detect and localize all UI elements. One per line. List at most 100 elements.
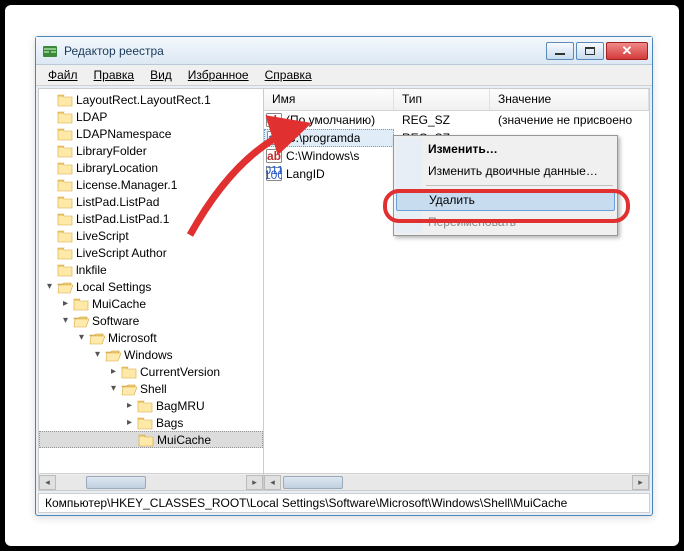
ctx-delete[interactable]: Удалить [396, 189, 615, 211]
tree-label: BagMRU [156, 399, 205, 413]
tree-item[interactable]: ▾Local Settings [39, 278, 263, 295]
tree-item[interactable]: ▾ Shell [39, 380, 263, 397]
tree-item[interactable]: ▸ BagMRU [39, 397, 263, 414]
tree-hscroll[interactable]: ◂ ▸ [39, 473, 263, 490]
menu-edit[interactable]: Правка [86, 66, 143, 84]
collapse-icon[interactable]: ▾ [43, 280, 56, 293]
tree-item[interactable]: LDAPNamespace [39, 125, 263, 142]
folder-icon [57, 280, 73, 294]
titlebar[interactable]: Редактор реестра ✕ [36, 37, 652, 65]
scroll-thumb[interactable] [283, 476, 343, 489]
tree-item[interactable]: ▾Microsoft [39, 329, 263, 346]
expand-icon[interactable]: ▸ [123, 416, 136, 429]
folder-icon [57, 178, 73, 192]
tree-label: License.Manager.1 [76, 178, 177, 192]
tree-label: LDAPNamespace [76, 127, 171, 141]
folder-icon [57, 229, 73, 243]
tree-label: Shell [140, 382, 167, 396]
collapse-icon[interactable]: ▾ [59, 314, 72, 327]
folder-icon [89, 331, 105, 345]
list-header: Имя Тип Значение [264, 89, 649, 111]
menu-file[interactable]: Файл [40, 66, 86, 84]
expander-placeholder [43, 144, 56, 157]
registry-tree[interactable]: LayoutRect.LayoutRect.1 LDAP LDAPNamespace… [39, 89, 263, 473]
scroll-left-button[interactable]: ◂ [264, 475, 281, 490]
tree-item[interactable]: lnkfile [39, 261, 263, 278]
folder-icon [57, 212, 73, 226]
menu-favorites[interactable]: Избранное [180, 66, 257, 84]
ctx-rename[interactable]: Переименовать [396, 211, 615, 233]
expand-icon[interactable]: ▸ [107, 365, 120, 378]
column-value[interactable]: Значение [490, 89, 649, 110]
tree-item[interactable]: ListPad.ListPad [39, 193, 263, 210]
string-value-icon [266, 148, 282, 164]
folder-icon [57, 144, 73, 158]
expander-placeholder [43, 110, 56, 123]
folder-icon [57, 93, 73, 107]
expander-placeholder [43, 212, 56, 225]
tree-item[interactable]: MuiCache [39, 431, 263, 448]
collapse-icon[interactable]: ▾ [75, 331, 88, 344]
tree-pane: LayoutRect.LayoutRect.1 LDAP LDAPNamespace… [39, 89, 264, 490]
tree-item[interactable]: ▾ Software [39, 312, 263, 329]
folder-icon [105, 348, 121, 362]
expand-icon[interactable]: ▸ [123, 399, 136, 412]
close-button[interactable]: ✕ [606, 42, 648, 60]
list-row[interactable]: (По умолчанию)REG_SZ(значение не присвое… [264, 111, 649, 129]
tree-item[interactable]: ▸CurrentVersion [39, 363, 263, 380]
maximize-button[interactable] [576, 42, 604, 60]
tree-label: LDAP [76, 110, 107, 124]
tree-label: Bags [156, 416, 183, 430]
tree-item[interactable]: LayoutRect.LayoutRect.1 [39, 91, 263, 108]
expander-placeholder [43, 127, 56, 140]
tree-item[interactable]: ListPad.ListPad.1 [39, 210, 263, 227]
menu-view[interactable]: Вид [142, 66, 180, 84]
folder-icon [121, 365, 137, 379]
scroll-thumb[interactable] [86, 476, 146, 489]
tree-label: Windows [124, 348, 173, 362]
tree-label: LiveScript Author [76, 246, 167, 260]
collapse-icon[interactable]: ▾ [91, 348, 104, 361]
value-name: LangID [286, 167, 325, 181]
binary-value-icon [266, 166, 282, 182]
ctx-modify-binary[interactable]: Изменить двоичные данные… [396, 160, 615, 182]
scroll-left-button[interactable]: ◂ [39, 475, 56, 490]
menu-help[interactable]: Справка [257, 66, 320, 84]
expander-placeholder [124, 433, 137, 446]
expander-placeholder [43, 195, 56, 208]
tree-item[interactable]: LibraryFolder [39, 142, 263, 159]
tree-item[interactable]: LDAP [39, 108, 263, 125]
expander-placeholder [43, 246, 56, 259]
expander-placeholder [43, 161, 56, 174]
minimize-button[interactable] [546, 42, 574, 60]
tree-item[interactable]: ▸MuiCache [39, 295, 263, 312]
tree-item[interactable]: License.Manager.1 [39, 176, 263, 193]
list-hscroll[interactable]: ◂ ▸ [264, 473, 649, 490]
menubar: Файл Правка Вид Избранное Справка [36, 65, 652, 86]
folder-icon [138, 433, 154, 447]
scroll-right-button[interactable]: ▸ [246, 475, 263, 490]
tree-item[interactable]: LibraryLocation [39, 159, 263, 176]
expand-icon[interactable]: ▸ [59, 297, 72, 310]
collapse-icon[interactable]: ▾ [107, 382, 120, 395]
tree-label: LibraryLocation [76, 161, 158, 175]
tree-item[interactable]: LiveScript Author [39, 244, 263, 261]
status-bar: Компьютер\HKEY_CLASSES_ROOT\Local Settin… [38, 493, 650, 513]
tree-item[interactable]: ▸ Bags [39, 414, 263, 431]
tree-item[interactable]: ▾ Windows [39, 346, 263, 363]
window-title: Редактор реестра [64, 44, 544, 58]
column-type[interactable]: Тип [394, 89, 490, 110]
expander-placeholder [43, 178, 56, 191]
string-value-icon [266, 112, 282, 128]
column-name[interactable]: Имя [264, 89, 394, 110]
expander-placeholder [43, 229, 56, 242]
scroll-right-button[interactable]: ▸ [632, 475, 649, 490]
folder-icon [57, 195, 73, 209]
app-icon [42, 43, 58, 59]
tree-label: Software [92, 314, 139, 328]
ctx-modify[interactable]: Изменить… [396, 138, 615, 160]
value-name: (По умолчанию) [286, 113, 375, 127]
folder-icon [73, 297, 89, 311]
tree-label: LibraryFolder [76, 144, 147, 158]
tree-item[interactable]: LiveScript [39, 227, 263, 244]
